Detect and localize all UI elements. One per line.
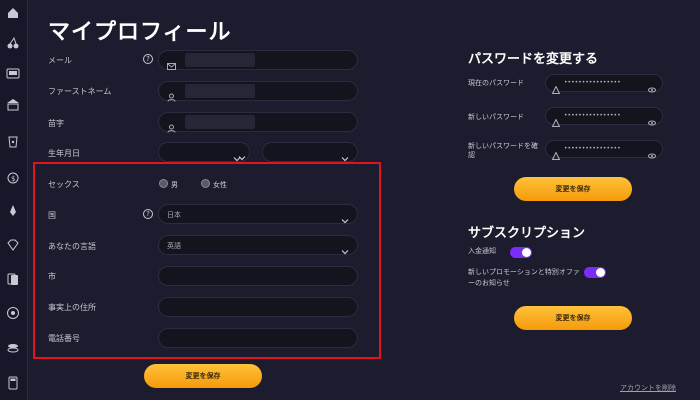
toggle-knob: [596, 268, 605, 277]
toggle-knob: [522, 248, 531, 257]
promo-notification-toggle[interactable]: [584, 267, 606, 278]
warning-icon: [551, 145, 561, 160]
current-password-field[interactable]: ••••••••••••••••: [545, 74, 663, 94]
new-password-field[interactable]: ••••••••••••••••: [545, 107, 663, 127]
help-icon[interactable]: ?: [143, 54, 153, 64]
home-icon[interactable]: [6, 6, 20, 20]
city-field[interactable]: [158, 266, 358, 286]
cherries-icon[interactable]: [6, 36, 20, 50]
redacted-value: [185, 115, 255, 129]
firstname-field[interactable]: [158, 81, 358, 102]
warning-icon: [551, 112, 561, 127]
roulette-icon[interactable]: [6, 306, 20, 320]
subscription-section-title: サブスクリプション: [468, 226, 586, 241]
chevron-down-icon: [238, 147, 246, 161]
diamond-icon[interactable]: [6, 238, 20, 252]
eye-icon[interactable]: [648, 112, 656, 126]
sex-male-radio[interactable]: [159, 179, 168, 188]
page-title: マイプロフィール: [48, 20, 232, 45]
sex-female-radio[interactable]: [201, 179, 210, 188]
sex-female-label: 女性: [213, 181, 227, 189]
language-select[interactable]: 英語: [158, 235, 358, 255]
sidebar: $: [0, 0, 28, 400]
eye-icon[interactable]: [648, 145, 656, 159]
address-field[interactable]: [158, 297, 358, 317]
address-label: 事実上の住所: [48, 303, 96, 312]
password-section-title: パスワードを変更する: [468, 52, 599, 67]
chevron-down-icon: [341, 241, 349, 255]
country-select[interactable]: 日本: [158, 204, 358, 224]
chevron-down-icon: [341, 210, 349, 224]
current-password-label: 現在のパスワード: [468, 79, 524, 87]
email-field[interactable]: [158, 50, 358, 70]
password-save-button[interactable]: 変更を保存: [514, 177, 632, 201]
sex-label: セックス: [48, 180, 80, 189]
phone-label: 電話番号: [48, 334, 80, 343]
chips-icon[interactable]: [6, 341, 20, 355]
profile-save-button[interactable]: 変更を保存: [144, 364, 262, 388]
help-icon[interactable]: ?: [143, 209, 153, 219]
subscription-save-button[interactable]: 変更を保存: [514, 306, 632, 330]
password-mask: ••••••••••••••••: [564, 79, 621, 86]
confirm-password-field[interactable]: ••••••••••••••••: [545, 140, 663, 160]
city-label: 市: [48, 272, 56, 281]
casino-building-icon[interactable]: [6, 98, 20, 112]
country-value: 日本: [167, 211, 181, 219]
phone-field[interactable]: [158, 328, 358, 348]
calculator-icon[interactable]: [6, 376, 20, 390]
language-label: あなたの言語: [48, 242, 96, 251]
svg-text:$: $: [11, 175, 15, 183]
delete-account-link[interactable]: アカウントを削除: [620, 383, 676, 393]
cards-icon[interactable]: [6, 272, 20, 286]
user-icon: [167, 87, 176, 102]
redacted-value: [185, 84, 255, 98]
sex-male-label: 男: [171, 181, 178, 189]
rocket-icon[interactable]: [6, 204, 20, 218]
email-label: メール: [48, 56, 72, 65]
password-mask: ••••••••••••••••: [564, 112, 621, 119]
dice-cup-icon[interactable]: [6, 135, 20, 149]
redacted-value: [185, 53, 255, 67]
birthdate-label: 生年月日: [48, 149, 80, 158]
user-icon: [167, 118, 176, 133]
lastname-label: 苗字: [48, 119, 64, 128]
birth-year-select[interactable]: [262, 142, 358, 162]
mail-icon: [167, 56, 176, 70]
lastname-field[interactable]: [158, 112, 358, 133]
password-mask: ••••••••••••••••: [564, 145, 621, 152]
chevron-down-icon: [341, 148, 349, 162]
eye-icon[interactable]: [648, 79, 656, 93]
confirm-password-label: 新しいパスワードを確認: [468, 142, 538, 159]
deposit-notification-label: 入金通知: [468, 247, 496, 255]
deposit-notification-toggle[interactable]: [510, 247, 532, 258]
warning-icon: [551, 79, 561, 94]
money-bag-icon[interactable]: $: [6, 170, 20, 184]
new-password-label: 新しいパスワード: [468, 113, 524, 121]
slot-machine-icon[interactable]: [6, 66, 20, 80]
firstname-label: ファーストネーム: [48, 87, 112, 96]
country-label: 国: [48, 211, 56, 220]
language-value: 英語: [167, 242, 181, 250]
promo-notification-label: 新しいプロモーションと特別オファーのお知らせ: [468, 268, 580, 287]
birth-month-select[interactable]: [222, 142, 250, 162]
